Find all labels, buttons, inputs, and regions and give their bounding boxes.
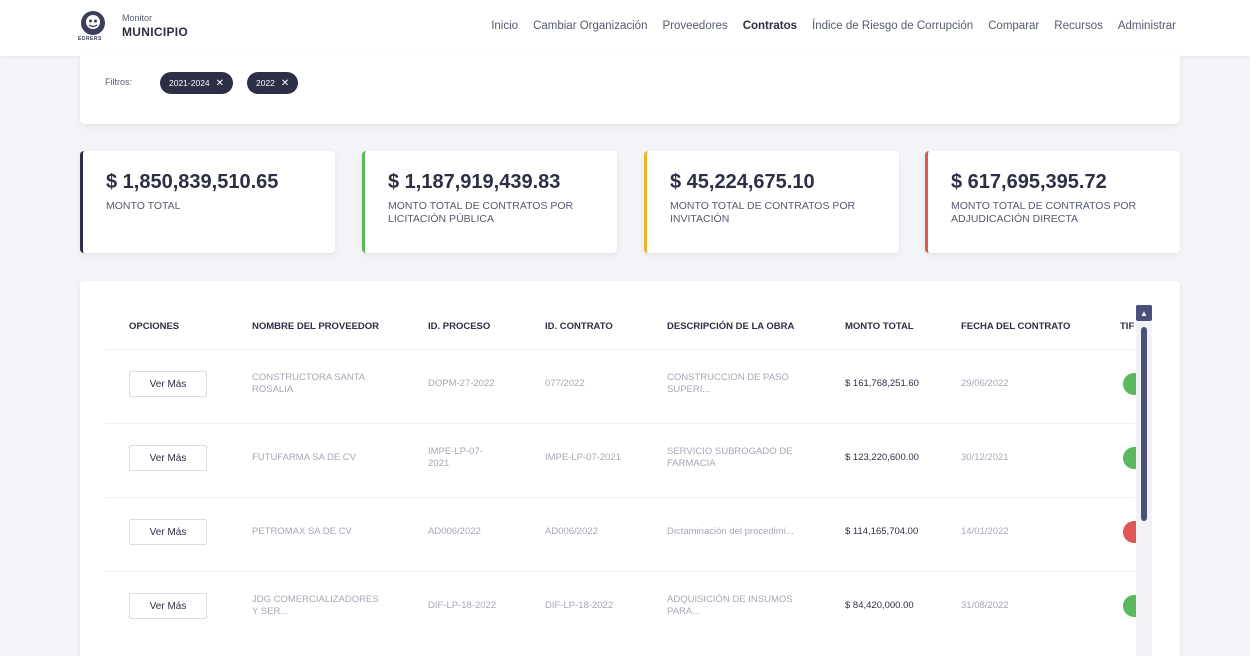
cell-proveedor: PETROMAX SA DE CV xyxy=(252,526,352,537)
stat-description: MONTO TOTAL DE CONTRATOS POR ADJUDICACIÓ… xyxy=(951,200,1137,225)
column-header-proceso[interactable]: ID. PROCESO xyxy=(428,321,490,332)
cell-id-contrato: AD006/2022 xyxy=(545,526,598,537)
cell-monto: $ 84,420,000.00 xyxy=(845,600,914,611)
row-divider xyxy=(105,571,1135,572)
stat-card-total: $ 1,850,839,510.65 MONTO TOTAL xyxy=(80,151,335,253)
cell-monto: $ 114,165,704.00 xyxy=(845,526,919,537)
cell-id-proceso: IMPE-LP-07-2021 xyxy=(428,446,483,469)
ver-mas-button[interactable]: Ver Más xyxy=(129,445,207,471)
filter-chip-label: 2021-2024 xyxy=(169,78,210,88)
cell-proveedor: FUTUFARMA SA DE CV xyxy=(252,452,356,463)
stat-description: MONTO TOTAL DE CONTRATOS POR INVITACIÓN xyxy=(670,200,856,225)
cell-fecha: 31/08/2022 xyxy=(961,600,1009,611)
logo-caption: EDRERS xyxy=(78,36,102,42)
nav-item-cambiar-organización[interactable]: Cambiar Organización xyxy=(533,20,647,32)
ver-mas-button[interactable]: Ver Más xyxy=(129,519,207,545)
cell-id-contrato: DIF-LP-18-2022 xyxy=(545,600,614,611)
stat-amount: $ 617,695,395.72 xyxy=(951,171,1107,193)
brand-subtitle: Monitor xyxy=(122,13,153,23)
column-header-opciones[interactable]: OPCIONES xyxy=(129,321,179,332)
cell-id-proceso: DOPM-27-2022 xyxy=(428,378,495,389)
cell-proveedor: CONSTRUCTORA SANTA ROSALIA xyxy=(252,372,365,395)
nav-item-proveedores[interactable]: Proveedores xyxy=(662,20,727,32)
stat-amount: $ 45,224,675.10 xyxy=(670,171,815,193)
cell-id-contrato: 077/2022 xyxy=(545,378,585,389)
stat-amount: $ 1,187,919,439.83 xyxy=(388,171,561,193)
ver-mas-button[interactable]: Ver Más xyxy=(129,371,207,397)
contracts-table: OPCIONES NOMBRE DEL PROVEEDOR ID. PROCES… xyxy=(80,281,1180,656)
stat-description: MONTO TOTAL xyxy=(106,200,181,212)
cell-fecha: 30/12/2021 xyxy=(961,452,1009,463)
brand-title[interactable]: MUNICIPIO xyxy=(122,25,188,39)
cell-descripcion: Dictaminación del procedimi... xyxy=(667,526,794,537)
cell-id-proceso: DIF-LP-18-2022 xyxy=(428,600,497,611)
scroll-up-icon[interactable]: ▲ xyxy=(1136,305,1152,321)
municipio-logo-icon[interactable] xyxy=(80,10,106,36)
row-divider xyxy=(105,349,1135,350)
cell-descripcion: CONSTRUCCION DE PASO SUPERI... xyxy=(667,372,789,395)
filter-chip-label: 2022 xyxy=(256,78,275,88)
scrollbar-thumb[interactable] xyxy=(1141,327,1147,521)
nav-item-inicio[interactable]: Inicio xyxy=(491,20,518,32)
filter-chip[interactable]: 2021-2024 ✕ xyxy=(160,72,234,94)
nav-item-recursos[interactable]: Recursos xyxy=(1054,20,1103,32)
cell-monto: $ 123,220,600.00 xyxy=(845,452,919,463)
filters-card: Filtros: 2021-2024 ✕ 2022 ✕ xyxy=(80,56,1180,124)
nav-item-comparar[interactable]: Comparar xyxy=(988,20,1039,32)
stat-card-adjudicacion: $ 617,695,395.72 MONTO TOTAL DE CONTRATO… xyxy=(925,151,1180,253)
nav-item-contratos[interactable]: Contratos xyxy=(743,20,797,32)
cell-descripcion: ADQUISICIÓN DE INSUMOS PARA... xyxy=(667,594,793,617)
top-navbar: EDRERS Monitor MUNICIPIO Inicio Cambiar O… xyxy=(0,0,1250,56)
ver-mas-button[interactable]: Ver Más xyxy=(129,593,207,619)
nav-item-índice-de-riesgo-de-corrupción[interactable]: Índice de Riesgo de Corrupción xyxy=(812,20,973,32)
nav-item-administrar[interactable]: Administrar xyxy=(1118,20,1176,32)
cell-fecha: 29/06/2022 xyxy=(961,378,1009,389)
column-header-contrato[interactable]: ID. CONTRATO xyxy=(545,321,613,332)
row-divider xyxy=(105,423,1135,424)
close-icon[interactable]: ✕ xyxy=(216,78,224,89)
filter-chip[interactable]: 2022 ✕ xyxy=(247,72,299,94)
cell-descripcion: SERVICIO SUBROGADO DE FARMACIA xyxy=(667,446,793,469)
stat-card-invitacion: $ 45,224,675.10 MONTO TOTAL DE CONTRATOS… xyxy=(644,151,899,253)
stat-description: MONTO TOTAL DE CONTRATOS POR LICITACIÓN … xyxy=(388,200,574,225)
cell-id-proceso: AD006/2022 xyxy=(428,526,481,537)
column-header-descripcion[interactable]: DESCRIPCIÓN DE LA OBRA xyxy=(667,321,794,332)
cell-fecha: 14/01/2022 xyxy=(961,526,1009,537)
column-header-monto[interactable]: MONTO TOTAL xyxy=(845,321,914,332)
column-header-proveedor[interactable]: NOMBRE DEL PROVEEDOR xyxy=(252,321,379,332)
column-header-tipo[interactable]: TIF xyxy=(1120,321,1134,332)
filters-label: Filtros: xyxy=(105,77,132,87)
stat-amount: $ 1,850,839,510.65 xyxy=(106,171,279,193)
cell-monto: $ 161,768,251.60 xyxy=(845,378,919,389)
close-icon[interactable]: ✕ xyxy=(281,78,289,89)
cell-proveedor: JDG COMERCIALIZADORES Y SER... xyxy=(252,594,379,617)
main-nav: Inicio Cambiar Organización Proveedores Con… xyxy=(491,20,1176,32)
column-header-fecha[interactable]: FECHA DEL CONTRATO xyxy=(961,321,1070,332)
cell-id-contrato: IMPE-LP-07-2021 xyxy=(545,452,622,463)
stat-card-licitacion: $ 1,187,919,439.83 MONTO TOTAL DE CONTRA… xyxy=(362,151,617,253)
row-divider xyxy=(105,497,1135,498)
